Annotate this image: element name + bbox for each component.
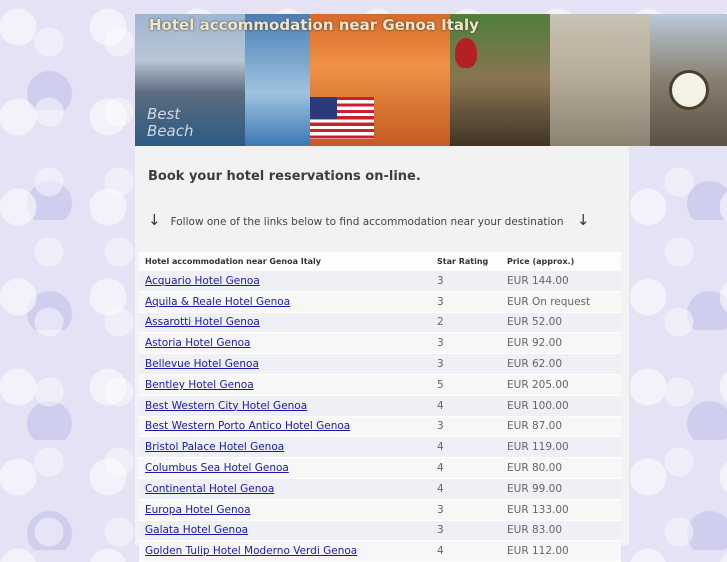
site-title: Hotel accommodation near Genoa Italy xyxy=(149,16,479,34)
star-rating-cell: 5 xyxy=(431,374,501,396)
arrow-down-icon: ↓ xyxy=(148,211,161,229)
hotel-name-cell: Acquario Hotel Genoa xyxy=(139,271,431,292)
table-row: Bentley Hotel Genoa 5 EUR 205.00 xyxy=(139,374,621,396)
table-row: Europa Hotel Genoa 3 EUR 133.00 xyxy=(139,499,621,521)
hotel-name-cell: Galata Hotel Genoa xyxy=(139,520,431,542)
table-row: Best Western City Hotel Genoa 4 EUR 100.00 xyxy=(139,395,621,417)
arrow-down-icon: ↓ xyxy=(576,211,590,229)
table-row: Assarotti Hotel Genoa 2 EUR 52.00 xyxy=(139,312,621,334)
price-cell: EUR 144.00 xyxy=(501,271,621,292)
table-row: Golden Tulip Hotel Moderno Verdi Genoa 4 E… xyxy=(139,540,621,562)
hotel-link[interactable]: Golden Tulip Hotel Moderno Verdi Genoa xyxy=(145,545,357,557)
hotel-link[interactable]: Bristol Palace Hotel Genoa xyxy=(145,441,284,453)
star-rating-cell: 3 xyxy=(431,271,501,292)
price-cell: EUR 112.00 xyxy=(501,540,621,562)
price-cell: EUR 99.00 xyxy=(501,478,621,500)
table-row: Bellevue Hotel Genoa 3 EUR 62.00 xyxy=(139,353,621,375)
page-container: Best Beach Hotel accommodation near Geno… xyxy=(135,14,727,562)
hotel-link[interactable]: Acquario Hotel Genoa xyxy=(145,275,260,287)
hotel-name-cell: Best Western Porto Antico Hotel Genoa xyxy=(139,416,431,438)
hotel-link[interactable]: Continental Hotel Genoa xyxy=(145,483,274,495)
hotel-link[interactable]: Galata Hotel Genoa xyxy=(145,524,248,536)
hotel-link[interactable]: Best Western City Hotel Genoa xyxy=(145,400,307,412)
hotel-link[interactable]: Astoria Hotel Genoa xyxy=(145,337,250,349)
hotel-link[interactable]: Bellevue Hotel Genoa xyxy=(145,358,259,370)
hotel-link[interactable]: Bentley Hotel Genoa xyxy=(145,379,254,391)
star-rating-cell: 4 xyxy=(431,540,501,562)
price-cell: EUR 62.00 xyxy=(501,353,621,375)
follow-instruction: ↓ Follow one of the links below to find … xyxy=(148,211,589,229)
star-rating-cell: 4 xyxy=(431,395,501,417)
table-row: Columbus Sea Hotel Genoa 4 EUR 80.00 xyxy=(139,457,621,479)
hotel-link[interactable]: Assarotti Hotel Genoa xyxy=(145,316,260,328)
hotel-name-cell: Columbus Sea Hotel Genoa xyxy=(139,457,431,479)
hotel-name-cell: Bristol Palace Hotel Genoa xyxy=(139,436,431,459)
col-header-price: Price (approx.) xyxy=(507,257,575,266)
price-cell: EUR 100.00 xyxy=(501,395,621,417)
price-cell: EUR 52.00 xyxy=(501,312,621,334)
hotel-name-cell: Aquila & Reale Hotel Genoa xyxy=(139,291,431,313)
hotel-name-cell: Continental Hotel Genoa xyxy=(139,478,431,500)
price-cell: EUR 83.00 xyxy=(501,520,621,542)
table-row: Best Western Porto Antico Hotel Genoa 3 EU… xyxy=(139,416,621,438)
hotel-name-cell: Astoria Hotel Genoa xyxy=(139,332,431,355)
hotel-name-cell: Golden Tulip Hotel Moderno Verdi Genoa xyxy=(139,540,431,562)
guard-hat-icon xyxy=(455,38,477,68)
price-cell: EUR 92.00 xyxy=(501,332,621,355)
hotel-link[interactable]: Europa Hotel Genoa xyxy=(145,504,251,516)
hotel-name-cell: Europa Hotel Genoa xyxy=(139,499,431,521)
price-cell: EUR 205.00 xyxy=(501,374,621,396)
hotel-name-cell: Assarotti Hotel Genoa xyxy=(139,312,431,334)
table-row: Aquila & Reale Hotel Genoa 3 EUR On reques… xyxy=(139,291,621,313)
table-header-row: Hotel accommodation near Genoa Italy Sta… xyxy=(139,252,621,271)
hotel-name-cell: Best Western City Hotel Genoa xyxy=(139,395,431,417)
price-cell: EUR 80.00 xyxy=(501,457,621,479)
star-rating-cell: 3 xyxy=(431,416,501,438)
follow-text: Follow one of the links below to find ac… xyxy=(170,216,564,228)
star-rating-cell: 3 xyxy=(431,291,501,313)
star-rating-cell: 4 xyxy=(431,436,501,459)
tagline: Book your hotel reservations on-line. xyxy=(148,169,421,184)
table-row: Astoria Hotel Genoa 3 EUR 92.00 xyxy=(139,332,621,355)
hotel-table-wrap: Hotel accommodation near Genoa Italy Sta… xyxy=(139,252,621,562)
col-header-hotel: Hotel accommodation near Genoa Italy xyxy=(145,257,321,266)
price-cell: EUR On request xyxy=(501,291,621,313)
table-row: Galata Hotel Genoa 3 EUR 83.00 xyxy=(139,520,621,542)
price-cell: EUR 119.00 xyxy=(501,436,621,459)
hotel-link[interactable]: Aquila & Reale Hotel Genoa xyxy=(145,296,290,308)
star-rating-cell: 3 xyxy=(431,520,501,542)
hotel-name-cell: Bentley Hotel Genoa xyxy=(139,374,431,396)
price-cell: EUR 87.00 xyxy=(501,416,621,438)
star-rating-cell: 4 xyxy=(431,478,501,500)
col-header-star: Star Rating xyxy=(437,257,489,266)
hotel-link[interactable]: Columbus Sea Hotel Genoa xyxy=(145,462,289,474)
hotel-name-cell: Bellevue Hotel Genoa xyxy=(139,353,431,375)
price-cell: EUR 133.00 xyxy=(501,499,621,521)
star-rating-cell: 3 xyxy=(431,499,501,521)
table-row: Bristol Palace Hotel Genoa 4 EUR 119.00 xyxy=(139,436,621,459)
star-rating-cell: 4 xyxy=(431,457,501,479)
header-banner: Best Beach Hotel accommodation near Geno… xyxy=(135,14,727,146)
best-beach-text: Best Beach xyxy=(147,105,194,140)
hotel-table: Hotel accommodation near Genoa Italy Sta… xyxy=(139,252,621,562)
star-rating-cell: 2 xyxy=(431,312,501,334)
star-rating-cell: 3 xyxy=(431,353,501,375)
star-rating-cell: 3 xyxy=(431,332,501,355)
hotel-link[interactable]: Best Western Porto Antico Hotel Genoa xyxy=(145,420,350,432)
table-row: Continental Hotel Genoa 4 EUR 99.00 xyxy=(139,478,621,500)
banner-photo-building xyxy=(550,14,650,146)
table-row: Acquario Hotel Genoa 3 EUR 144.00 xyxy=(139,271,621,292)
clock-icon xyxy=(669,70,709,110)
us-flag-icon xyxy=(310,97,374,139)
